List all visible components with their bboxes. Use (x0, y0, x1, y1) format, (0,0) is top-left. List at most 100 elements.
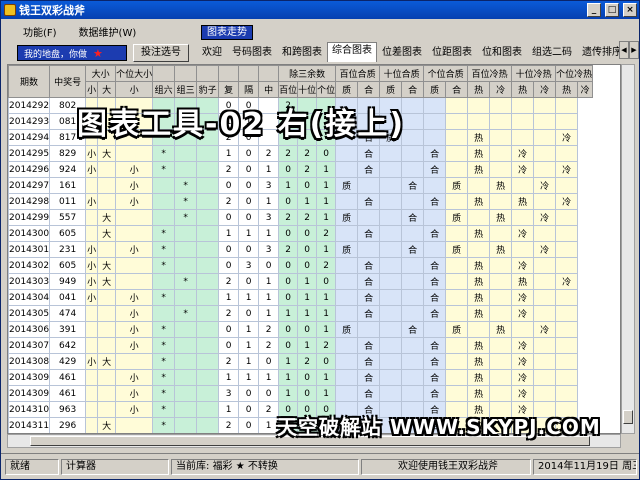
tab-3[interactable]: 综合图表 (327, 42, 377, 62)
table-cell: 429 (49, 353, 87, 370)
tab-5[interactable]: 位距图表 (427, 44, 477, 62)
tab-6[interactable]: 位和图表 (477, 44, 527, 62)
table-cell: 2 (218, 417, 240, 433)
chart-trend-tab[interactable]: 图表走势 (201, 25, 253, 40)
tab-4[interactable]: 位差图表 (377, 44, 427, 62)
table-cell: 合 (357, 193, 381, 210)
table-cell: 0 (278, 161, 299, 178)
table-cell: * (174, 193, 198, 210)
table-cell (489, 353, 513, 370)
vertical-scrollbar[interactable] (621, 64, 635, 434)
table-cell (555, 369, 579, 386)
table-cell: 冷 (511, 385, 535, 402)
header-cell: 大小 (85, 65, 117, 82)
table-cell (97, 401, 117, 418)
table-cell: 冷 (511, 289, 535, 306)
table-cell (196, 385, 220, 402)
table-cell: 热 (467, 337, 491, 354)
tab-2[interactable]: 和跨图表 (277, 44, 327, 62)
table-cell: 0 (297, 385, 318, 402)
table-cell: 冷 (511, 353, 535, 370)
tab-left-arrow-icon[interactable]: ◀ (619, 41, 629, 59)
table-cell: * (152, 417, 176, 433)
table-cell: 0 (238, 193, 260, 210)
table-cell (196, 417, 220, 433)
table-cell: 1 (218, 225, 240, 242)
table-cell: * (152, 145, 176, 162)
tab-0[interactable]: 欢迎 (197, 44, 227, 62)
table-cell (511, 129, 535, 146)
table-cell (196, 337, 220, 354)
table-cell (533, 257, 557, 274)
db-value: 福彩 ★ 不转换 (212, 461, 278, 472)
table-row: 2014308 429 小大 * 2 1 0 1 2 0 合合热冷 (8, 353, 593, 370)
table-cell (379, 257, 403, 274)
table-cell (445, 337, 469, 354)
table-cell: 质 (445, 241, 469, 258)
tab-7[interactable]: 组选二码 (527, 44, 577, 62)
calculator-button[interactable]: 计算器 (61, 459, 169, 475)
header-cell: 百位合质 (335, 65, 381, 82)
table-cell (445, 289, 469, 306)
table-row: 2014300 605 大 * 1 1 1 0 0 2 合合热冷 (8, 225, 593, 242)
table-cell: 热 (511, 193, 535, 210)
table-cell: 0 (218, 241, 240, 258)
subheader-cell: 百位 (278, 81, 299, 98)
table-cell: 829 (49, 145, 87, 162)
menu-item-function[interactable]: 功能(F) (23, 24, 57, 39)
table-cell: 合 (401, 177, 425, 194)
table-cell: 2014296 (8, 161, 51, 178)
table-cell: 3 (238, 257, 260, 274)
bet-button[interactable]: 投注选号 (133, 44, 189, 62)
table-cell: 2 (278, 145, 299, 162)
table-cell (152, 209, 176, 226)
table-cell: 1 (238, 225, 260, 242)
table-cell (152, 273, 176, 290)
table-cell (115, 273, 154, 290)
table-cell: 2014311 (8, 417, 51, 433)
table-cell: 1 (316, 241, 337, 258)
table-cell: 冷 (511, 145, 535, 162)
table-cell (533, 305, 557, 322)
table-cell (423, 113, 447, 130)
table-cell (489, 129, 513, 146)
table-cell: 合 (357, 385, 381, 402)
table-cell: 冷 (533, 241, 557, 258)
close-button[interactable]: × (623, 3, 637, 17)
table-cell: 热 (467, 353, 491, 370)
table-cell (401, 337, 425, 354)
table-cell (357, 209, 381, 226)
table-cell (379, 209, 403, 226)
table-cell (533, 193, 557, 210)
vertical-scroll-thumb[interactable] (623, 410, 633, 424)
table-cell (379, 177, 403, 194)
table-cell (445, 161, 469, 178)
table-cell: 0 (238, 273, 260, 290)
minimize-button[interactable]: _ (587, 3, 601, 17)
maximize-button[interactable]: □ (605, 3, 619, 17)
table-cell (555, 209, 579, 226)
user-box[interactable]: 我的地盘，你做 ★ (17, 45, 127, 61)
subheader-cell: 复 (218, 81, 240, 98)
table-cell: 0 (238, 161, 260, 178)
table-cell (401, 273, 425, 290)
tab-right-arrow-icon[interactable]: ▶ (629, 41, 639, 59)
menu-item-data[interactable]: 数据维护(W) (79, 24, 137, 39)
table-cell: 2014292 (8, 97, 51, 114)
table-cell (489, 145, 513, 162)
table-cell: 1 (316, 177, 337, 194)
header-cell: 十位冷热 (511, 65, 557, 82)
table-cell: 0 (218, 337, 240, 354)
table-cell: 0 (297, 241, 318, 258)
table-cell (85, 369, 99, 386)
table-cell (85, 385, 99, 402)
status-welcome: 欢迎使用钱王双彩战斧 (361, 459, 531, 475)
table-cell: 391 (49, 321, 87, 338)
table-cell: 2014294 (8, 129, 51, 146)
table-cell: 1 (297, 193, 318, 210)
table-cell: 大 (97, 145, 117, 162)
tab-1[interactable]: 号码图表 (227, 44, 277, 62)
table-cell (533, 113, 557, 130)
table-cell: * (152, 337, 176, 354)
table-cell (85, 209, 99, 226)
